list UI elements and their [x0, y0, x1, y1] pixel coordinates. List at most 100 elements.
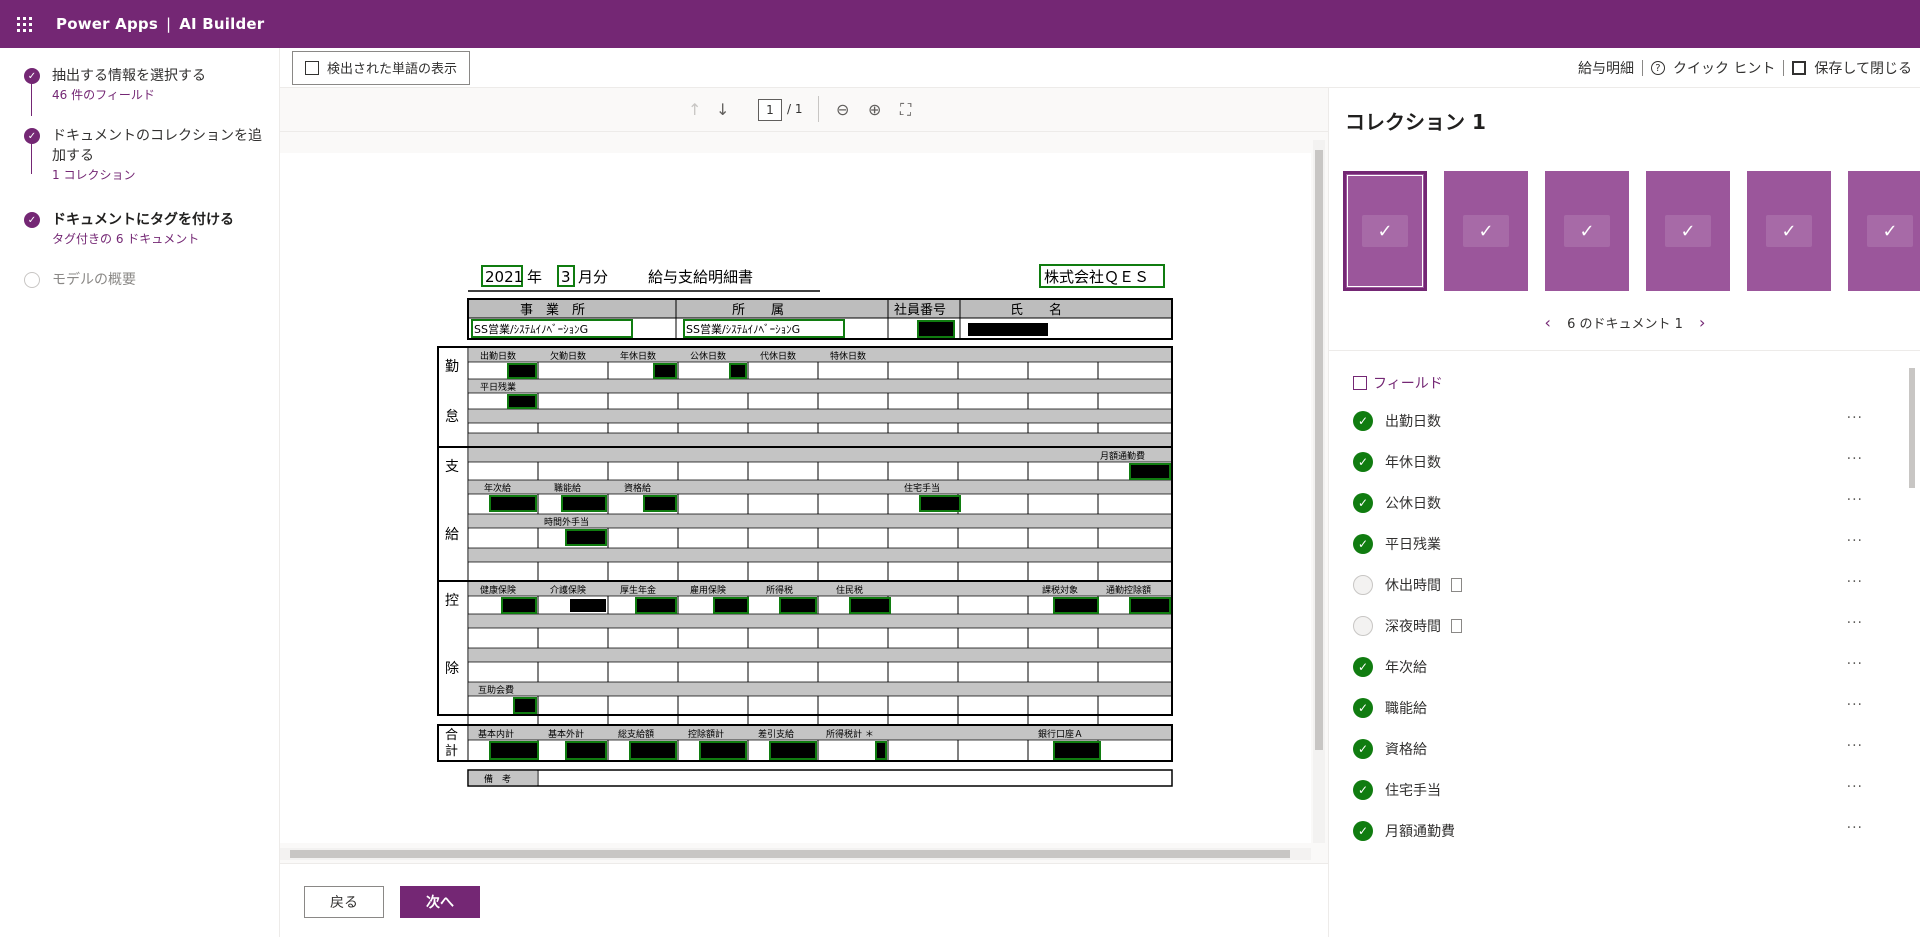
section-label: 給: [445, 527, 459, 543]
document-pager: ‹ 6 のドキュメント 1 ›: [1329, 313, 1920, 332]
text-detect-icon: [305, 60, 319, 75]
office-value: SS営業/ｼｽﾃﾑｲﾉﾍﾞｰｼｮﾝG: [474, 322, 588, 336]
more-options-icon[interactable]: ···: [1847, 533, 1863, 549]
field-row[interactable]: ✓ 公休日数 ···: [1353, 482, 1863, 523]
field-row[interactable]: ✓ 年次給 ···: [1353, 646, 1863, 687]
horizontal-scrollbar[interactable]: [280, 848, 1311, 860]
vertical-scrollbar[interactable]: [1313, 140, 1325, 843]
back-button[interactable]: 戻る: [304, 886, 384, 918]
arrow-down-icon[interactable]: ↓: [716, 100, 729, 119]
field-row[interactable]: ✓ 平日残業 ···: [1353, 523, 1863, 564]
more-options-icon[interactable]: ···: [1847, 451, 1863, 467]
header-name: 氏 名: [1010, 302, 1062, 318]
more-options-icon[interactable]: ···: [1847, 820, 1863, 836]
app-title: Power Apps | AI Builder: [56, 15, 264, 33]
section-label: 勤: [445, 359, 459, 375]
field-type-icon: [1353, 376, 1367, 390]
app-launcher-icon[interactable]: [0, 0, 48, 48]
empty-circle-icon: [24, 272, 40, 288]
help-icon: ?: [1650, 61, 1665, 75]
cell-label: 備 考: [484, 773, 511, 785]
chevron-left-icon[interactable]: ‹: [1545, 313, 1551, 332]
chevron-right-icon[interactable]: ›: [1699, 313, 1705, 332]
cell-label: 厚生年金: [620, 584, 656, 596]
field-list-scrollbar[interactable]: [1906, 356, 1918, 926]
cell-label: 総支給額: [618, 728, 654, 740]
dept-value: SS営業/ｼｽﾃﾑｲﾉﾍﾞｰｼｮﾝG: [686, 322, 800, 336]
header-dept: 所 属: [732, 303, 784, 318]
save-close-button[interactable]: 保存して閉じる: [1814, 58, 1912, 78]
zoom-in-icon[interactable]: ⊕: [868, 100, 881, 119]
check-icon: ✓: [1766, 215, 1812, 247]
field-label: 平日残業: [1385, 536, 1441, 553]
document-thumbnail[interactable]: ✓: [1747, 171, 1831, 291]
scroll-thumb[interactable]: [290, 850, 1290, 858]
step-tag-documents[interactable]: ✓ ドキュメントにタグを付ける タグ付きの 6 ドキュメント: [24, 210, 264, 248]
cell-label: 月額通勤費: [1100, 450, 1145, 462]
document-thumbnail[interactable]: ✓: [1848, 171, 1920, 291]
field-row[interactable]: ✓ 住宅手当 ···: [1353, 769, 1863, 810]
fit-page-icon[interactable]: ⛶: [900, 100, 911, 120]
field-label: 月額通勤費: [1385, 823, 1455, 840]
document-thumbnail[interactable]: ✓: [1545, 171, 1629, 291]
cell-label: 平日残業: [480, 381, 516, 393]
show-words-label: 検出された単語の表示: [327, 62, 458, 77]
field-row[interactable]: 休出時間 ···: [1353, 564, 1863, 605]
document-thumbnail[interactable]: ✓: [1343, 171, 1427, 291]
more-options-icon[interactable]: ···: [1847, 615, 1863, 631]
cell-label: 特休日数: [830, 350, 866, 362]
collection-title: コレクション 1: [1345, 110, 1486, 134]
section-label: 支: [445, 459, 459, 475]
document-icon: [1451, 618, 1462, 633]
cell-label: 互助会費: [478, 684, 514, 696]
form-year-unit: 年: [527, 268, 542, 286]
arrow-up-icon[interactable]: ↑: [688, 100, 701, 119]
form-month-unit: 月分: [578, 268, 608, 286]
step-title: 抽出する情報を選択する: [52, 68, 206, 84]
scroll-thumb[interactable]: [1909, 368, 1915, 488]
more-options-icon[interactable]: ···: [1847, 779, 1863, 795]
document-thumbnail[interactable]: ✓: [1444, 171, 1528, 291]
step-select-info[interactable]: ✓ 抽出する情報を選択する 46 件のフィールド: [24, 66, 264, 104]
more-options-icon[interactable]: ···: [1847, 656, 1863, 672]
field-row[interactable]: ✓ 月額通勤費 ···: [1353, 810, 1863, 851]
step-title: モデルの概要: [52, 272, 136, 288]
more-options-icon[interactable]: ···: [1847, 697, 1863, 713]
check-icon: ✓: [1463, 215, 1509, 247]
divider: [1329, 350, 1920, 351]
step-add-collection[interactable]: ✓ ドキュメントのコレクションを追加する 1 コレクション: [24, 126, 264, 184]
field-row[interactable]: ✓ 資格給 ···: [1353, 728, 1863, 769]
field-row[interactable]: ✓ 年休日数 ···: [1353, 441, 1863, 482]
field-row[interactable]: 深夜時間 ···: [1353, 605, 1863, 646]
more-options-icon[interactable]: ···: [1847, 492, 1863, 508]
form-month: 3: [561, 268, 571, 286]
field-row[interactable]: ✓ 出勤日数 ···: [1353, 400, 1863, 441]
footer-bar: 戻る 次へ: [280, 863, 1328, 937]
next-button[interactable]: 次へ: [400, 886, 480, 918]
viewer-toolbar: ↑ ↓ 1 / 1 ⊖ ⊕ ⛶: [280, 88, 1328, 132]
more-options-icon[interactable]: ···: [1847, 738, 1863, 754]
show-detected-words-button[interactable]: 検出された単語の表示: [292, 50, 471, 85]
section-label: 計: [445, 743, 458, 759]
document-thumbnail[interactable]: ✓: [1646, 171, 1730, 291]
page-number-input[interactable]: 1: [758, 99, 782, 121]
more-options-icon[interactable]: ···: [1847, 410, 1863, 426]
form-company: 株式会社ＱＥＳ: [1044, 268, 1149, 286]
field-label: 年次給: [1385, 659, 1427, 676]
form-title: 給与支給明細書: [648, 268, 753, 286]
scroll-thumb[interactable]: [1315, 150, 1323, 750]
check-circle-icon: ✓: [1353, 492, 1373, 513]
field-row[interactable]: ✓ 職能給 ···: [1353, 687, 1863, 728]
cell-label: 健康保険: [480, 584, 516, 596]
field-label: 年休日数: [1385, 454, 1441, 471]
more-options-icon[interactable]: ···: [1847, 574, 1863, 590]
check-icon: ✓: [1362, 215, 1408, 247]
payslip-image: 2021 年 3 月分 給与支給明細書 株式会社ＱＥＳ 事 業 所 所 属 社員…: [437, 264, 1173, 787]
quick-hint-button[interactable]: クイック ヒント: [1673, 58, 1775, 78]
document-canvas[interactable]: 2021 年 3 月分 給与支給明細書 株式会社ＱＥＳ 事 業 所 所 属 社員…: [280, 153, 1311, 843]
cell-label: 出勤日数: [480, 350, 516, 362]
zoom-out-icon[interactable]: ⊖: [836, 100, 849, 119]
check-icon: ✓: [1665, 215, 1711, 247]
step-subtitle: タグ付きの 6 ドキュメント: [52, 232, 200, 246]
check-circle-icon: ✓: [1353, 779, 1373, 800]
